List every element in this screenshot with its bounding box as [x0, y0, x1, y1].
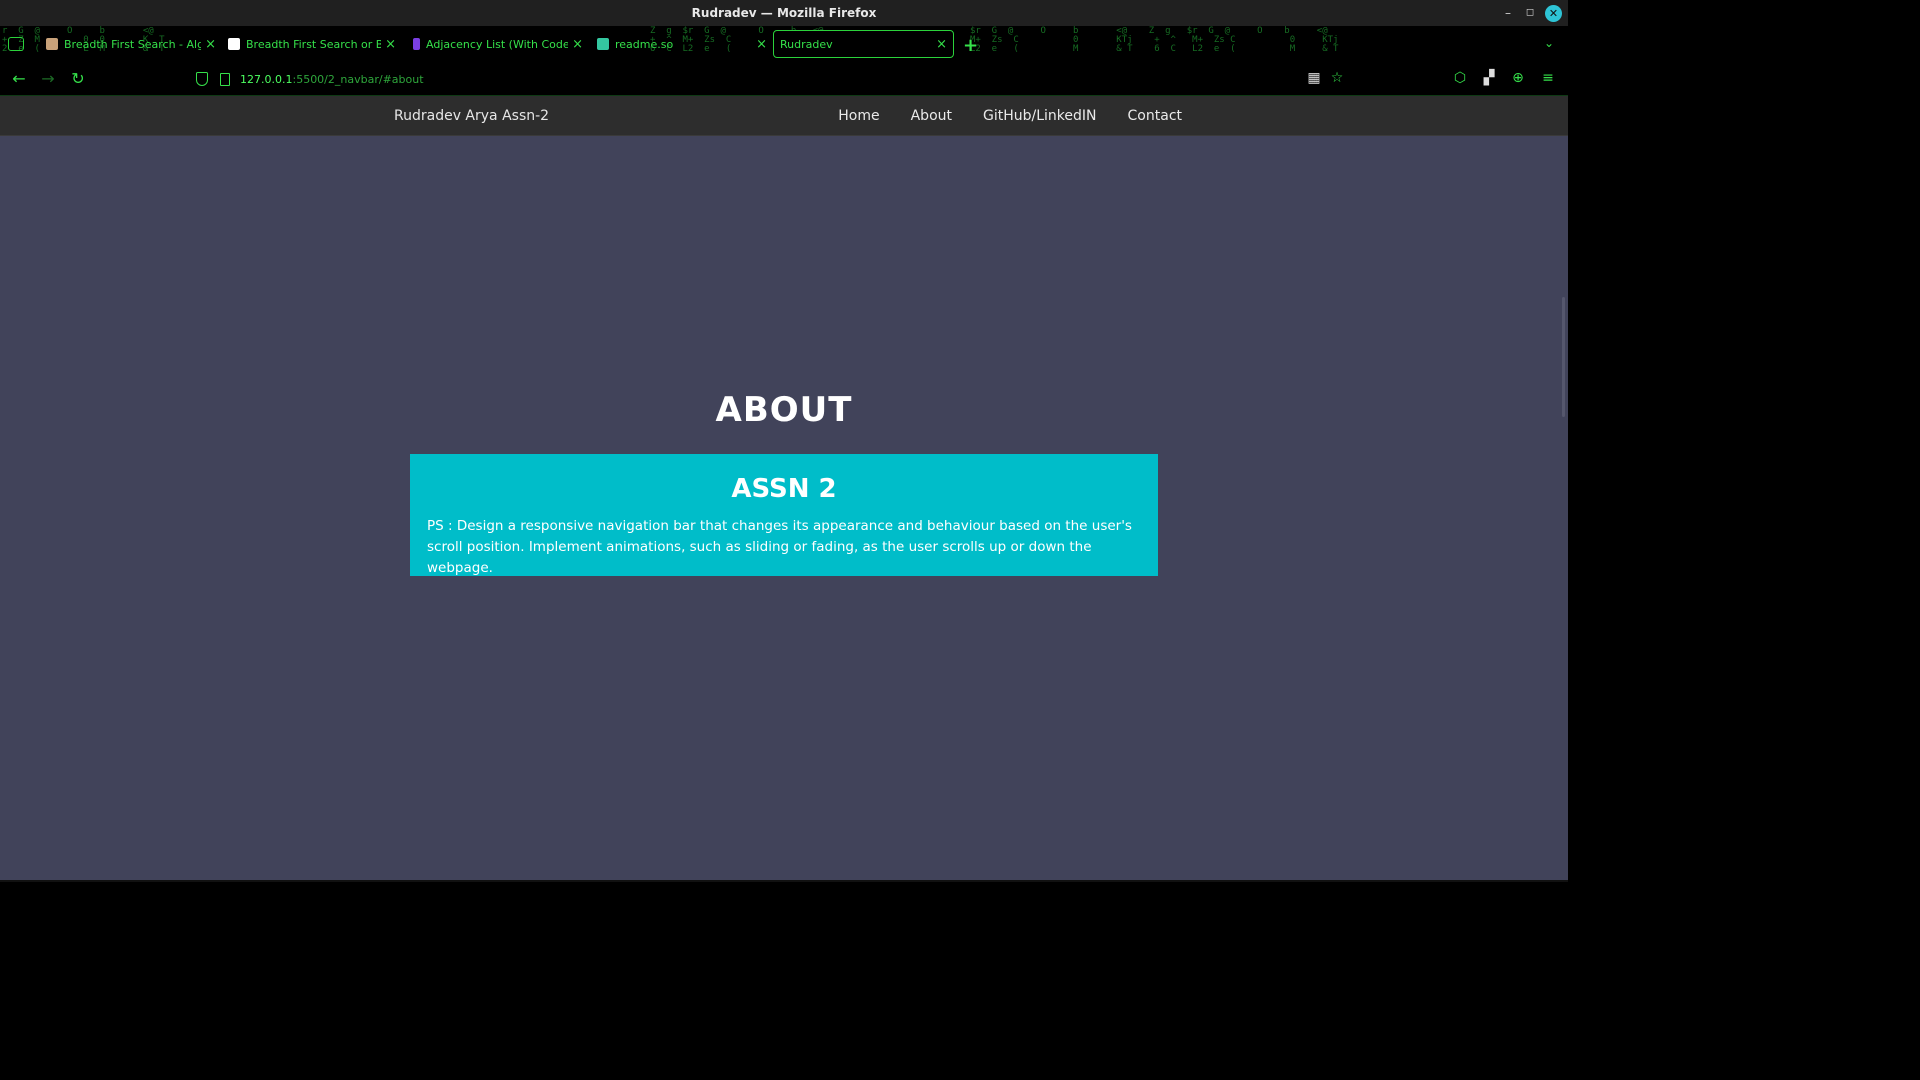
- close-tab-icon[interactable]: ×: [572, 37, 583, 52]
- tab-favicon-icon: [413, 38, 420, 50]
- window-bottom-edge: [0, 880, 1568, 882]
- tab-favicon-icon: [228, 38, 240, 50]
- tab-bfs-algo[interactable]: Breadth First Search - Algo ×: [46, 30, 216, 58]
- close-tab-icon[interactable]: ×: [756, 37, 767, 52]
- close-tab-icon[interactable]: ×: [936, 37, 947, 52]
- assignment-card: ASSN 2 PS : Design a responsive navigati…: [410, 454, 1158, 576]
- url-host: 127.0.0.1: [240, 72, 293, 86]
- reload-icon[interactable]: ↻: [68, 69, 88, 89]
- new-tab-icon[interactable]: +: [963, 35, 978, 56]
- close-tab-icon[interactable]: ×: [205, 37, 216, 52]
- tab-adjacency-list[interactable]: Adjacency List (With Code in ×: [413, 30, 583, 58]
- nav-link-about[interactable]: About: [911, 108, 952, 124]
- back-arrow-icon[interactable]: ←: [9, 69, 29, 89]
- extensions-puzzle-icon[interactable]: ⬡: [1452, 70, 1468, 86]
- tab-label: Rudradev: [780, 37, 833, 51]
- browser-toolbar: ← → ↻ 127.0.0.1:5500/2_navbar/#about ▦ ☆…: [0, 62, 1568, 96]
- close-tab-icon[interactable]: ×: [385, 37, 396, 52]
- forward-arrow-icon[interactable]: →: [38, 69, 58, 89]
- page-info-icon[interactable]: [220, 72, 230, 86]
- qr-code-icon[interactable]: ▦: [1306, 70, 1322, 86]
- tab-label: Adjacency List (With Code in: [426, 37, 569, 51]
- url-text[interactable]: 127.0.0.1:5500/2_navbar/#about: [240, 73, 424, 86]
- chevron-down-icon[interactable]: ⌄: [1544, 36, 1554, 50]
- maximize-icon[interactable]: ◻: [1521, 4, 1539, 22]
- bookmark-star-icon[interactable]: ☆: [1329, 70, 1345, 86]
- site-navbar: Rudradev Arya Assn-2 Home About GitHub/L…: [0, 96, 1568, 136]
- nav-link-home[interactable]: Home: [838, 108, 879, 124]
- site-brand[interactable]: Rudradev Arya Assn-2: [394, 108, 549, 124]
- web-page: Rudradev Arya Assn-2 Home About GitHub/L…: [0, 96, 1568, 882]
- card-title: ASSN 2: [731, 474, 837, 504]
- window-title: Rudradev — Mozilla Firefox: [691, 6, 877, 20]
- tab-rudradev-active[interactable]: Rudradev ×: [773, 30, 954, 58]
- apps-grid-icon[interactable]: ▞: [1481, 70, 1497, 86]
- tab-strip: r G @ O b <@ + Z M 0 0 K T 2 e ( L M & T…: [0, 26, 1568, 62]
- site-nav-links: Home About GitHub/LinkedIN Contact: [838, 108, 1182, 124]
- tab-label: readme.so: [615, 37, 674, 51]
- window-titlebar: Rudradev — Mozilla Firefox – ◻ ✕: [0, 0, 1568, 26]
- url-bar[interactable]: 127.0.0.1:5500/2_navbar/#about: [190, 68, 1360, 90]
- nav-link-github-linkedin[interactable]: GitHub/LinkedIN: [983, 108, 1097, 124]
- tab-list-icon[interactable]: [8, 37, 24, 51]
- tab-label: Breadth First Search - Algo: [64, 37, 202, 51]
- tab-label: Breadth First Search or BFS: [246, 37, 382, 51]
- minimize-icon[interactable]: –: [1499, 4, 1517, 22]
- tab-bfs-gfg[interactable]: Breadth First Search or BFS ×: [228, 30, 396, 58]
- nav-link-contact[interactable]: Contact: [1128, 108, 1182, 124]
- tab-favicon-icon: [597, 38, 609, 50]
- hamburger-menu-icon[interactable]: ≡: [1540, 70, 1556, 86]
- url-path: :5500/2_navbar/#about: [292, 72, 424, 86]
- section-title: ABOUT: [715, 390, 853, 430]
- account-plus-icon[interactable]: ⊕: [1510, 70, 1526, 86]
- card-text: PS : Design a responsive navigation bar …: [427, 518, 1132, 576]
- tab-favicon-icon: [46, 38, 58, 50]
- tab-readme[interactable]: readme.so ×: [597, 30, 767, 58]
- close-window-icon[interactable]: ✕: [1545, 5, 1562, 22]
- scrollbar-thumb[interactable]: [1562, 297, 1565, 417]
- shield-icon[interactable]: [196, 72, 208, 86]
